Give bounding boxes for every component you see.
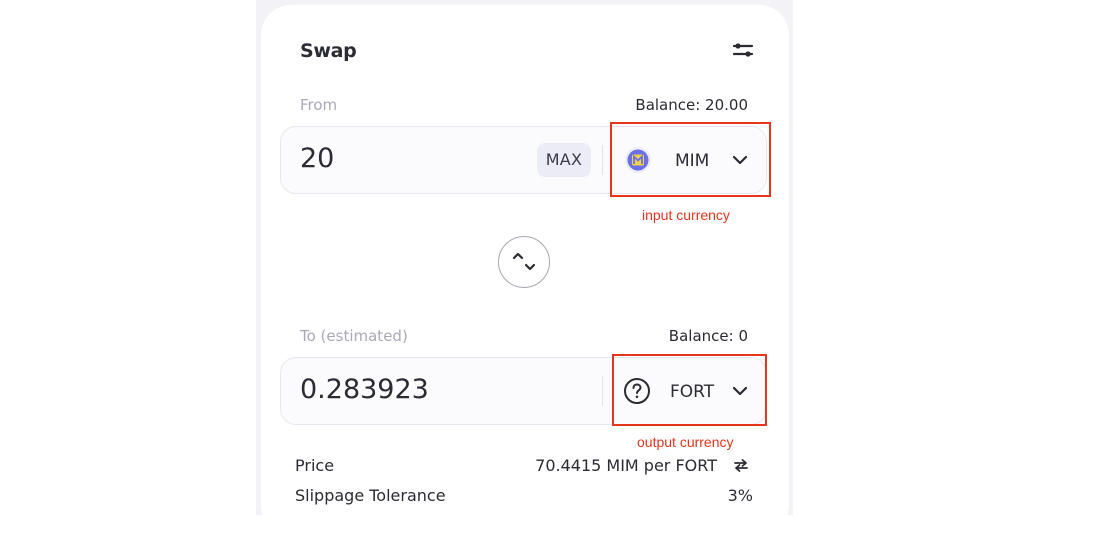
max-button[interactable]: MAX: [537, 143, 591, 177]
chevron-down-icon: [732, 155, 748, 165]
from-divider: [602, 145, 603, 175]
to-label: To (estimated): [300, 327, 408, 345]
refresh-icon[interactable]: [732, 456, 750, 474]
swap-direction-icon: [512, 252, 536, 271]
from-amount-value[interactable]: 20: [300, 143, 334, 174]
to-token-select[interactable]: FORT: [614, 356, 766, 426]
output-currency-annotation: output currency: [637, 434, 734, 450]
price-value: 70.4415 MIM per FORT: [535, 456, 717, 475]
from-label: From: [300, 96, 338, 114]
to-amount-value[interactable]: 0.283923: [300, 374, 429, 405]
to-balance: Balance: 0: [668, 327, 748, 345]
swap-direction-button[interactable]: [498, 236, 550, 288]
page-title: Swap: [300, 40, 357, 62]
slippage-value: 3%: [727, 486, 753, 505]
unknown-token-icon: [624, 378, 650, 404]
sliders-icon[interactable]: [732, 41, 754, 59]
from-token-select[interactable]: MIM: [612, 124, 769, 196]
input-currency-annotation: input currency: [642, 207, 730, 223]
chevron-down-icon: [732, 386, 748, 396]
mim-token-icon: [625, 147, 651, 173]
from-balance: Balance: 20.00: [635, 96, 748, 114]
to-token-name: FORT: [670, 382, 715, 402]
to-divider: [602, 376, 603, 406]
price-label: Price: [295, 456, 335, 475]
slippage-label: Slippage Tolerance: [295, 486, 446, 505]
from-token-name: MIM: [675, 151, 710, 171]
